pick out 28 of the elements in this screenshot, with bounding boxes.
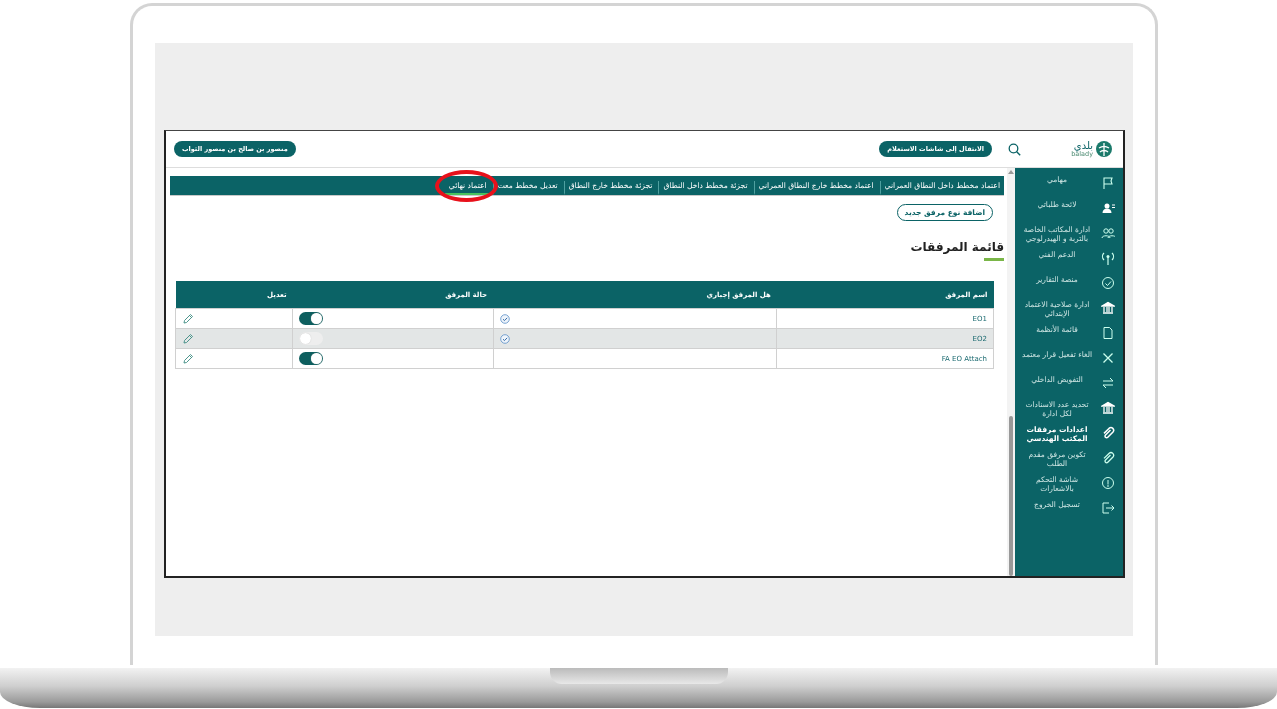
page-title: قائمة المرفقات	[909, 240, 1004, 254]
antenna-icon	[1101, 251, 1115, 265]
paperclip-icon	[1101, 451, 1115, 465]
logo-text: بلدي	[1073, 140, 1093, 151]
toggle-switch[interactable]	[299, 332, 324, 345]
pencil-icon[interactable]	[182, 312, 194, 325]
swap-arrows-icon	[1101, 376, 1115, 390]
scrollbar-thumb[interactable]	[1009, 416, 1013, 576]
pencil-icon[interactable]	[182, 352, 194, 365]
flag-icon	[1101, 176, 1115, 190]
bank-icon	[1101, 301, 1115, 315]
person-card-icon	[1101, 201, 1115, 215]
palm-logo-icon	[1095, 140, 1113, 158]
title-underline	[984, 258, 1004, 261]
info-circle-icon	[1101, 476, 1115, 490]
bank-icon	[1101, 401, 1115, 415]
close-icon	[1101, 351, 1115, 365]
scroll-up-arrow-icon[interactable]	[1008, 170, 1014, 174]
check-circle-icon	[1101, 276, 1115, 290]
paperclip-icon	[1101, 426, 1115, 440]
toggle-switch[interactable]	[299, 352, 324, 365]
search-icon[interactable]	[1008, 142, 1021, 156]
pencil-icon[interactable]	[182, 332, 194, 345]
toggle-switch[interactable]	[299, 312, 324, 325]
people-icon	[1101, 226, 1115, 240]
document-icon	[1101, 326, 1115, 340]
highlight-circle	[434, 170, 498, 202]
logout-icon	[1101, 501, 1115, 515]
